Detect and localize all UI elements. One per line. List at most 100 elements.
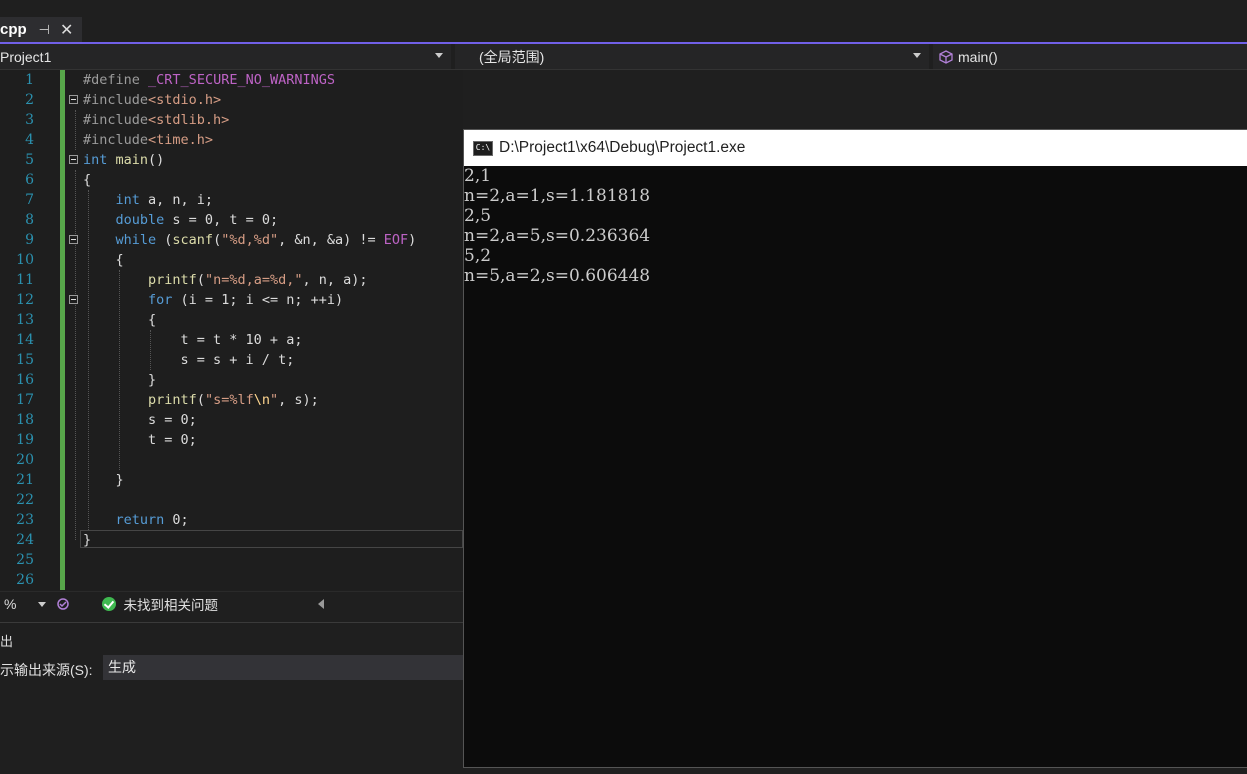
collapse-icon[interactable]	[69, 295, 78, 304]
code-line[interactable]: 21 }	[0, 470, 463, 490]
project-name: Project1	[0, 48, 52, 65]
close-icon[interactable]: ✕	[60, 20, 73, 40]
code-text: int main()	[83, 152, 165, 168]
code-line[interactable]: 20	[0, 450, 463, 470]
code-text: #define _CRT_SECURE_NO_WARNINGS	[83, 72, 335, 88]
code-line[interactable]: 15 s = s + i / t;	[0, 350, 463, 370]
console-line: n=2,a=1,s=1.181818	[464, 186, 651, 206]
line-number: 12	[16, 292, 34, 308]
output-source-dropdown[interactable]: 生成	[103, 655, 463, 680]
editor-status-bar: % 未找到相关问题	[0, 591, 463, 616]
line-number: 4	[25, 132, 34, 148]
code-line[interactable]: 4 #include<time.h>	[0, 130, 463, 150]
line-number: 11	[16, 272, 34, 288]
console-window[interactable]: C:\ D:\Project1\x64\Debug\Project1.exe 2…	[463, 129, 1247, 768]
code-line[interactable]: 1 #define _CRT_SECURE_NO_WARNINGS	[0, 70, 463, 90]
code-line[interactable]: 10 {	[0, 250, 463, 270]
tab-label: cpp	[0, 21, 27, 38]
line-number: 23	[16, 512, 34, 528]
collapse-icon[interactable]	[69, 95, 78, 104]
line-number: 19	[16, 432, 34, 448]
line-number: 13	[16, 312, 34, 328]
line-number: 14	[16, 332, 34, 348]
console-line: n=2,a=5,s=0.236364	[464, 226, 651, 246]
code-line[interactable]: 25	[0, 550, 463, 570]
scope-dropdown[interactable]: (全局范围)	[455, 44, 929, 69]
tab-source-file[interactable]: cpp ⊣ ✕	[0, 17, 82, 42]
line-number: 22	[16, 492, 34, 508]
line-number: 18	[16, 412, 34, 428]
code-editor[interactable]: 1 #define _CRT_SECURE_NO_WARNINGS 2 #includ…	[0, 70, 463, 590]
line-number: 15	[16, 352, 34, 368]
scroll-left-arrow[interactable]	[317, 599, 324, 609]
zoom-level[interactable]: %	[4, 596, 16, 612]
issues-status-text: 未找到相关问题	[123, 598, 218, 613]
code-text: int a, n, i;	[115, 192, 214, 208]
code-text: t = t * 10 + a;	[83, 332, 303, 348]
console-line: 2,5	[464, 206, 492, 226]
code-text: #include<stdio.h>	[83, 92, 222, 108]
code-line[interactable]: 8 double s = 0, t = 0;	[0, 210, 463, 230]
code-line[interactable]: 24}	[0, 530, 463, 550]
code-line[interactable]: 12 for (i = 1; i <= n; ++i)	[0, 290, 463, 310]
console-line: n=5,a=2,s=0.606448	[464, 266, 651, 286]
line-number: 9	[25, 232, 34, 248]
code-text: }	[83, 472, 124, 488]
code-line[interactable]: 18 s = 0;	[0, 410, 463, 430]
line-number: 24	[16, 532, 34, 548]
code-line[interactable]: 5 int main()	[0, 150, 463, 170]
code-line[interactable]: 17 printf("s=%lf\n", s);	[0, 390, 463, 410]
code-text: while (scanf("%d,%d", &n, &a) != EOF)	[115, 232, 417, 248]
scope-name: (全局范围)	[479, 48, 545, 65]
line-number: 21	[16, 472, 34, 488]
code-line[interactable]: 26	[0, 570, 463, 590]
code-text: for (i = 1; i <= n; ++i)	[148, 292, 344, 308]
code-health-icon[interactable]	[56, 597, 70, 611]
code-line[interactable]: 19 t = 0;	[0, 430, 463, 450]
code-line[interactable]: 3 #include<stdlib.h>	[0, 110, 463, 130]
console-title-bar[interactable]: C:\ D:\Project1\x64\Debug\Project1.exe	[464, 130, 1247, 166]
code-line[interactable]: 16 }	[0, 370, 463, 390]
collapse-icon[interactable]	[69, 155, 78, 164]
console-window-title: D:\Project1\x64\Debug\Project1.exe	[499, 139, 746, 156]
code-text: printf("n=%d,a=%d,", n, a);	[148, 272, 368, 288]
line-number: 20	[16, 452, 34, 468]
chevron-down-icon[interactable]	[38, 601, 47, 607]
line-number: 16	[16, 372, 34, 388]
line-number: 26	[16, 572, 34, 588]
line-number: 1	[25, 72, 34, 88]
console-line: 5,2	[464, 246, 492, 266]
navigation-bar: Project1 (全局范围) main()	[0, 44, 1247, 70]
output-source-label: 示输出来源(S):	[0, 662, 93, 678]
code-text: s = s + i / t;	[83, 352, 295, 368]
code-text: t = 0;	[83, 432, 197, 448]
line-number: 3	[25, 112, 34, 128]
console-app-icon: C:\	[473, 140, 493, 156]
code-line[interactable]: 13 {	[0, 310, 463, 330]
line-number: 8	[25, 212, 34, 228]
document-tab-strip: cpp ⊣ ✕	[0, 0, 1247, 42]
output-panel: 出 示输出来源(S): 生成	[0, 622, 463, 774]
code-line[interactable]: 23 return 0;	[0, 510, 463, 530]
pin-icon[interactable]: ⊣	[39, 22, 50, 38]
code-line[interactable]: 22	[0, 490, 463, 510]
code-line[interactable]: 9 while (scanf("%d,%d", &n, &a) != EOF)	[0, 230, 463, 250]
member-name: main()	[958, 48, 998, 65]
code-line[interactable]: 14 t = t * 10 + a;	[0, 330, 463, 350]
code-text: double s = 0, t = 0;	[115, 212, 279, 228]
line-number: 10	[16, 252, 34, 268]
project-dropdown[interactable]: Project1	[0, 44, 451, 69]
collapse-icon[interactable]	[69, 235, 78, 244]
code-text: }	[83, 532, 92, 548]
code-line[interactable]: 11 printf("n=%d,a=%d,", n, a);	[0, 270, 463, 290]
chevron-down-icon	[913, 53, 921, 58]
line-number: 25	[16, 552, 34, 568]
member-dropdown[interactable]: main()	[933, 44, 1247, 69]
check-circle-icon	[102, 597, 117, 611]
code-line[interactable]: 6{	[0, 170, 463, 190]
line-number: 7	[25, 192, 34, 208]
code-line[interactable]: 7 int a, n, i;	[0, 190, 463, 210]
console-line: 2,1	[464, 166, 492, 186]
code-line[interactable]: 2 #include<stdio.h>	[0, 90, 463, 110]
code-text: {	[83, 252, 124, 268]
